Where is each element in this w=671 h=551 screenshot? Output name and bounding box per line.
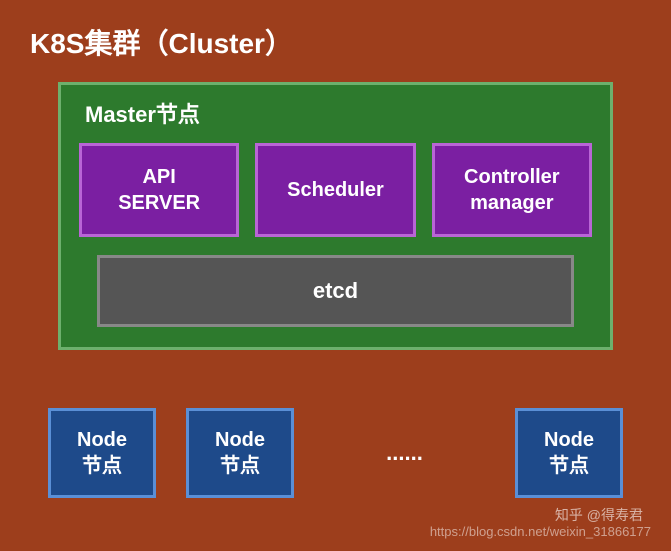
master-node-container: Master节点 APISERVER Scheduler Controllerm…: [58, 82, 613, 350]
controller-manager-label: Controllermanager: [464, 164, 560, 216]
controller-manager-box: Controllermanager: [432, 143, 592, 237]
node-box-2: Node 节点: [186, 408, 294, 498]
node-label-cn: 节点: [220, 455, 260, 477]
nodes-ellipsis: ......: [324, 440, 485, 466]
etcd-box: etcd: [97, 255, 574, 327]
master-components-row: APISERVER Scheduler Controllermanager: [79, 143, 592, 237]
node-label: Node: [544, 429, 594, 451]
node-label: Node: [77, 429, 127, 451]
scheduler-label: Scheduler: [287, 177, 384, 203]
scheduler-box: Scheduler: [255, 143, 415, 237]
node-label-cn: 节点: [549, 455, 589, 477]
node-box-n: Node 节点: [515, 408, 623, 498]
master-title: Master节点: [85, 97, 592, 129]
api-server-label: APISERVER: [118, 164, 200, 216]
node-label: Node: [215, 429, 265, 451]
api-server-box: APISERVER: [79, 143, 239, 237]
node-box-1: Node 节点: [48, 408, 156, 498]
watermark-csdn: https://blog.csdn.net/weixin_31866177: [430, 524, 651, 539]
watermark-zhihu: 知乎 @得寿君: [555, 505, 643, 525]
worker-nodes-row: Node 节点 Node 节点 ...... Node 节点: [18, 408, 653, 498]
cluster-title: K8S集群（Cluster）: [30, 22, 653, 62]
etcd-label: etcd: [313, 278, 358, 303]
node-label-cn: 节点: [82, 455, 122, 477]
